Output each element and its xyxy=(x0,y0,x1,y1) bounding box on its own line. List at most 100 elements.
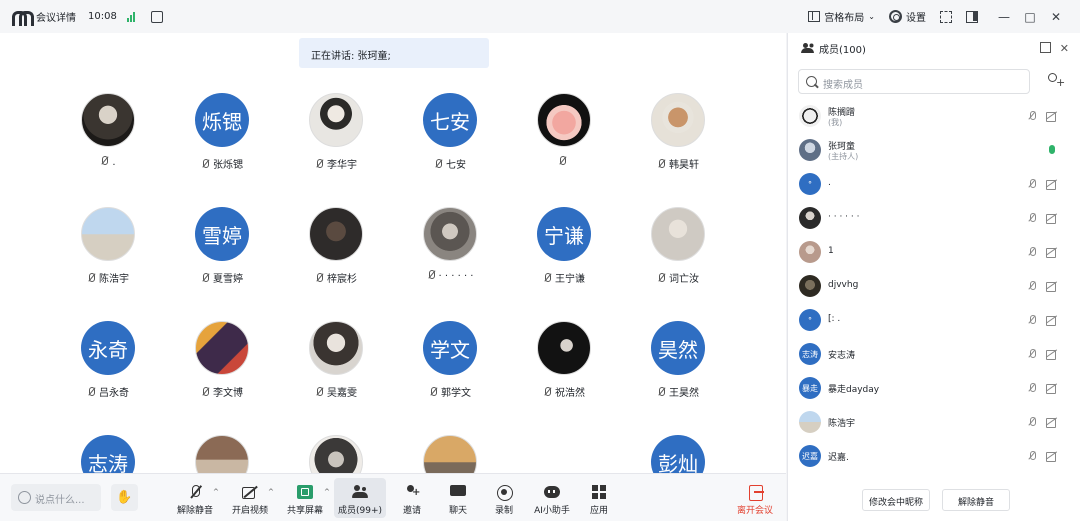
participant-tile[interactable]: 彭灿 xyxy=(618,435,738,473)
participant-tile[interactable]: . xyxy=(48,93,168,203)
participant-tile[interactable] xyxy=(390,435,510,473)
avatar xyxy=(309,93,363,147)
rename-button[interactable]: 修改会中昵称 xyxy=(862,489,930,511)
layout-button[interactable]: 宫格布局 ⌄ xyxy=(808,9,875,24)
avatar xyxy=(309,435,363,473)
unmute-all-button[interactable]: 解除静音 xyxy=(942,489,1010,511)
participant-tile[interactable]: 梓宸杉 xyxy=(276,207,396,317)
panel-footer: 修改会中昵称 解除静音 xyxy=(788,481,1080,521)
maximize-icon[interactable]: □ xyxy=(1024,10,1036,24)
minimize-icon[interactable]: — xyxy=(998,10,1010,24)
participant-tile[interactable]: 吴嘉雯 xyxy=(276,321,396,431)
camera-off-icon[interactable] xyxy=(1046,452,1058,462)
caret-up-icon[interactable]: ^ xyxy=(268,488,274,496)
participant-name: 张烁锶 xyxy=(213,160,243,171)
member-row[interactable]: 迟嘉 迟嘉. xyxy=(788,439,1080,473)
leave-label: 离开会议 xyxy=(736,506,773,516)
camera-off-icon[interactable] xyxy=(1046,418,1058,428)
participant-tile[interactable]: · · · · · · xyxy=(390,207,510,317)
member-role: (主持人) xyxy=(828,152,859,161)
participant-tile[interactable]: 宁谦 王宁谦 xyxy=(504,207,624,317)
member-row[interactable]: 暴走 暴走dayday xyxy=(788,371,1080,405)
mic-muted-icon[interactable] xyxy=(1028,111,1036,121)
avatar: 暴走 xyxy=(799,377,821,399)
participant-tile[interactable] xyxy=(504,93,624,203)
raise-hand-button[interactable]: ✋ xyxy=(111,484,138,511)
member-row[interactable]: 志涛 安志涛 xyxy=(788,337,1080,371)
participant-tile[interactable]: 昊然 王昊然 xyxy=(618,321,738,431)
meeting-toolbar: 说点什么... ✋ 解除静音 ^ 开启视频 ^ 共享屏幕 ^ 成员(99+) 邀… xyxy=(0,473,786,521)
leave-meeting-button[interactable]: 离开会议 xyxy=(727,474,783,521)
member-name: djvvhg xyxy=(828,280,859,290)
share-link-icon[interactable] xyxy=(150,10,163,23)
share-screen-button[interactable]: 共享屏幕 xyxy=(277,474,333,521)
camera-off-icon[interactable] xyxy=(1046,214,1058,224)
video-button[interactable]: 开启视频 xyxy=(222,474,278,521)
member-row[interactable]: · · · · · · xyxy=(788,201,1080,235)
participant-tile[interactable]: 永奇 吕永奇 xyxy=(48,321,168,431)
mic-muted-icon[interactable] xyxy=(1028,451,1036,461)
window-title: 会议详情 xyxy=(36,13,76,24)
participant-tile[interactable] xyxy=(162,435,282,473)
settings-button[interactable]: 设置 xyxy=(889,9,926,24)
mic-muted-icon[interactable] xyxy=(1028,315,1036,325)
ai-assistant-icon xyxy=(544,485,560,499)
member-row[interactable]: 陈搁蹭 (我) xyxy=(788,99,1080,133)
participant-tile[interactable]: 陈浩宇 xyxy=(48,207,168,317)
member-row[interactable]: ° . xyxy=(788,167,1080,201)
participant-tile[interactable]: 烁锶 张烁锶 xyxy=(162,93,282,203)
camera-off-icon[interactable] xyxy=(1046,384,1058,394)
member-name: 1 xyxy=(828,246,834,256)
camera-off-icon[interactable] xyxy=(1046,350,1058,360)
members-button[interactable]: 成员(99+) xyxy=(334,478,386,518)
mic-on-icon[interactable] xyxy=(1047,145,1055,155)
member-row[interactable]: 张珂童 (主持人) xyxy=(788,133,1080,167)
mic-muted-icon[interactable] xyxy=(1028,383,1036,393)
unmute-button[interactable]: 解除静音 xyxy=(167,474,223,521)
member-row[interactable]: djvvhg xyxy=(788,269,1080,303)
mic-muted-icon xyxy=(543,387,551,397)
mic-muted-icon[interactable] xyxy=(1028,247,1036,257)
caret-up-icon[interactable]: ^ xyxy=(324,488,330,496)
participant-tile[interactable]: 韩昊轩 xyxy=(618,93,738,203)
close-icon[interactable]: ✕ xyxy=(1060,42,1069,55)
participant-name: 梓宸杉 xyxy=(327,274,357,285)
avatar: 七安 xyxy=(423,93,477,147)
mic-muted-icon[interactable] xyxy=(1028,349,1036,359)
participant-tile[interactable]: 词亡汝 xyxy=(618,207,738,317)
mic-muted-icon[interactable] xyxy=(1028,213,1036,223)
member-row[interactable]: 陈浩宇 xyxy=(788,405,1080,439)
mic-muted-icon[interactable] xyxy=(1028,417,1036,427)
camera-off-icon[interactable] xyxy=(1046,248,1058,258)
participant-tile[interactable]: 七安 七安 xyxy=(390,93,510,203)
camera-off-icon[interactable] xyxy=(1046,282,1058,292)
chat-input[interactable]: 说点什么... xyxy=(11,484,101,511)
camera-off-icon[interactable] xyxy=(1046,316,1058,326)
participant-tile[interactable]: 雪婷 夏雪婷 xyxy=(162,207,282,317)
mic-muted-icon[interactable] xyxy=(1028,281,1036,291)
apps-button[interactable]: 应用 xyxy=(571,474,627,521)
popout-icon[interactable] xyxy=(1039,42,1051,53)
participant-tile[interactable]: 李文博 xyxy=(162,321,282,431)
participant-tile[interactable]: 祝浩然 xyxy=(504,321,624,431)
camera-off-icon[interactable] xyxy=(1046,180,1058,190)
member-row[interactable]: ° [: . xyxy=(788,303,1080,337)
fullscreen-icon[interactable] xyxy=(940,10,952,23)
camera-off-icon[interactable] xyxy=(1046,112,1058,122)
member-row[interactable]: 1 xyxy=(788,235,1080,269)
mic-muted-icon xyxy=(315,387,323,397)
sidebar-toggle-icon[interactable] xyxy=(966,10,978,23)
member-search-input[interactable]: 搜索成员 xyxy=(798,69,1030,94)
close-icon[interactable]: ✕ xyxy=(1050,10,1062,24)
layout-label: 宫格布局 xyxy=(824,13,865,24)
participant-tile[interactable]: 志涛 xyxy=(48,435,168,473)
add-member-icon[interactable] xyxy=(1046,73,1065,89)
participant-name: 李华宇 xyxy=(327,160,357,171)
participant-tile[interactable] xyxy=(276,435,396,473)
caret-up-icon[interactable]: ^ xyxy=(213,488,219,496)
participant-tile[interactable]: 李华宇 xyxy=(276,93,396,203)
apps-grid-icon xyxy=(591,485,607,499)
participant-tile[interactable]: 学文 郭学文 xyxy=(390,321,510,431)
speaking-banner: 正在讲话: 张珂童; xyxy=(299,38,489,68)
mic-muted-icon[interactable] xyxy=(1028,179,1036,189)
